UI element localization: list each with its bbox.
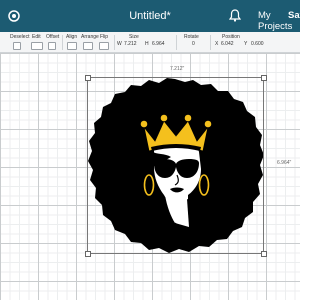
width-label: W [117, 41, 122, 47]
deselect-icon[interactable] [13, 42, 21, 50]
arrange-dropdown[interactable] [83, 42, 93, 50]
title-bar: Untitled* My Projects Save [0, 0, 310, 32]
rotate-label: Rotate [184, 34, 199, 40]
rotate-input[interactable]: 0 [192, 41, 195, 47]
y-position-input[interactable]: 0.600 [251, 41, 264, 47]
resize-handle-bottom-left[interactable] [85, 251, 91, 257]
width-input[interactable]: 7.212 [124, 41, 137, 47]
bell-icon[interactable] [229, 9, 241, 22]
resize-handle-top-right[interactable] [261, 75, 267, 81]
toolbar-divider [210, 35, 211, 50]
height-label: H [145, 41, 149, 47]
edit-button[interactable]: Edit [32, 34, 41, 40]
align-button[interactable]: Align [66, 34, 77, 40]
align-dropdown[interactable] [67, 42, 77, 50]
y-label: Y [244, 41, 248, 47]
selection-bounding-box[interactable] [87, 77, 264, 254]
offset-button[interactable]: Offset [46, 34, 59, 40]
toolbar-divider [62, 35, 63, 50]
arrange-button[interactable]: Arrange [81, 34, 99, 40]
toolbar-divider [176, 35, 177, 50]
position-label: Position [222, 34, 240, 40]
offset-icon[interactable] [48, 42, 56, 50]
document-title: Untitled* [129, 10, 171, 22]
height-input[interactable]: 6.964 [152, 41, 165, 47]
x-label: X [215, 41, 219, 47]
toolbar-divider [114, 35, 115, 50]
save-button[interactable]: Save [288, 10, 310, 21]
resize-handle-bottom-right[interactable] [261, 251, 267, 257]
x-position-input[interactable]: 6.042 [221, 41, 234, 47]
flip-dropdown[interactable] [99, 42, 109, 50]
width-dimension: 7.212" [170, 66, 185, 72]
flip-button[interactable]: Flip [100, 34, 108, 40]
edit-toolbar: Deselect Edit Offset Align Arrange Flip … [0, 32, 300, 53]
size-label: Size [129, 34, 139, 40]
resize-handle-top-left[interactable] [85, 75, 91, 81]
edit-dropdown[interactable] [31, 42, 43, 50]
height-dimension: 6.964" [277, 160, 292, 166]
deselect-button[interactable]: Deselect [10, 34, 29, 40]
